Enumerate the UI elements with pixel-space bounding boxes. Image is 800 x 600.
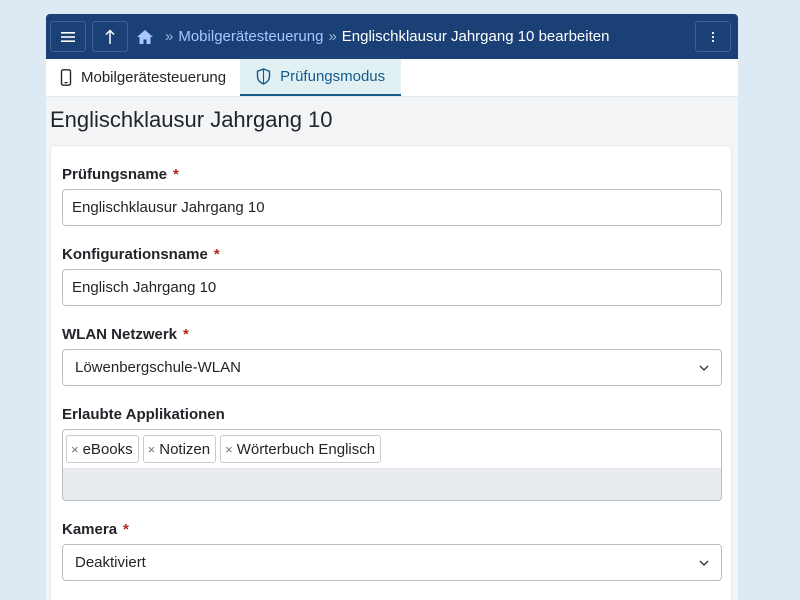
arrow-up-icon [104, 28, 116, 45]
chevron-down-icon [699, 560, 709, 566]
apps-search-input[interactable] [63, 468, 721, 500]
camera-field: Kamera * Deaktiviert [62, 521, 722, 581]
apps-selected-tags: × eBooks × Notizen × Wörterbuch Englisch [63, 430, 721, 468]
breadcrumb-current: Englischklausur Jahrgang 10 bearbeiten [341, 28, 610, 45]
exam-name-field: Prüfungsname * Englischklausur Jahrgang 1… [62, 166, 722, 226]
app-window: » Mobilgerätesteuerung » Englischklausur… [46, 14, 738, 600]
apps-label: Erlaubte Applikationen [62, 406, 225, 423]
exam-form-card: Prüfungsname * Englischklausur Jahrgang 1… [50, 145, 732, 600]
navigate-up-button[interactable] [92, 21, 128, 52]
tab-mobile-control[interactable]: Mobilgerätesteuerung [46, 59, 240, 96]
breadcrumb-separator: » [165, 28, 174, 45]
config-name-input[interactable]: Englisch Jahrgang 10 [62, 269, 722, 306]
wifi-select[interactable]: Löwenbergschule-WLAN [62, 349, 722, 386]
sidebar-toggle-button[interactable] [50, 21, 86, 52]
config-name-label: Konfigurationsname * [62, 246, 220, 263]
wifi-select-value: Löwenbergschule-WLAN [75, 359, 241, 376]
home-icon[interactable] [136, 29, 154, 45]
apps-multiselect[interactable]: × eBooks × Notizen × Wörterbuch Englisch [62, 429, 722, 501]
wifi-label: WLAN Netzwerk * [62, 326, 189, 343]
tag-label: Wörterbuch Englisch [236, 440, 376, 458]
tab-bar: Mobilgerätesteuerung Prüfungsmodus [46, 59, 738, 97]
app-tag-dictionary: × Wörterbuch Englisch [220, 435, 382, 463]
tag-label: Notizen [159, 440, 211, 458]
config-name-field: Konfigurationsname * Englisch Jahrgang 10 [62, 246, 722, 306]
app-tag-notes: × Notizen [142, 435, 217, 463]
required-marker: * [213, 246, 220, 263]
top-bar: » Mobilgerätesteuerung » Englischklausur… [46, 14, 738, 59]
required-marker: * [123, 521, 129, 538]
page-title: Englischklausur Jahrgang 10 [50, 107, 333, 132]
exam-name-label: Prüfungsname * [62, 166, 179, 183]
required-marker: * [183, 326, 189, 343]
exam-name-input[interactable]: Englischklausur Jahrgang 10 [62, 189, 722, 226]
remove-tag-button[interactable]: × [225, 442, 233, 457]
tab-exam-mode[interactable]: Prüfungsmodus [240, 59, 402, 96]
app-tag-ebooks: × eBooks [66, 435, 139, 463]
chevron-down-icon [699, 365, 709, 371]
camera-select-value: Deaktiviert [75, 554, 146, 571]
required-marker: * [173, 166, 179, 183]
breadcrumb: » Mobilgerätesteuerung » Englischklausur… [136, 28, 609, 45]
breadcrumb-link-mobile-control[interactable]: Mobilgerätesteuerung [178, 28, 323, 45]
wifi-field: WLAN Netzwerk * Löwenbergschule-WLAN [62, 326, 722, 386]
tag-label: eBooks [82, 440, 133, 458]
shield-icon [256, 68, 271, 85]
vertical-dots-icon [711, 31, 715, 43]
camera-select[interactable]: Deaktiviert [62, 544, 722, 581]
camera-label: Kamera * [62, 521, 129, 538]
remove-tag-button[interactable]: × [148, 442, 156, 457]
remove-tag-button[interactable]: × [71, 442, 79, 457]
hamburger-icon [61, 31, 75, 43]
tab-label: Mobilgerätesteuerung [81, 69, 227, 86]
more-options-button[interactable] [695, 21, 731, 52]
smartphone-icon [60, 69, 72, 86]
tab-label: Prüfungsmodus [280, 68, 386, 85]
breadcrumb-separator: » [328, 28, 337, 45]
apps-field: Erlaubte Applikationen × eBooks × Notize… [62, 406, 722, 501]
